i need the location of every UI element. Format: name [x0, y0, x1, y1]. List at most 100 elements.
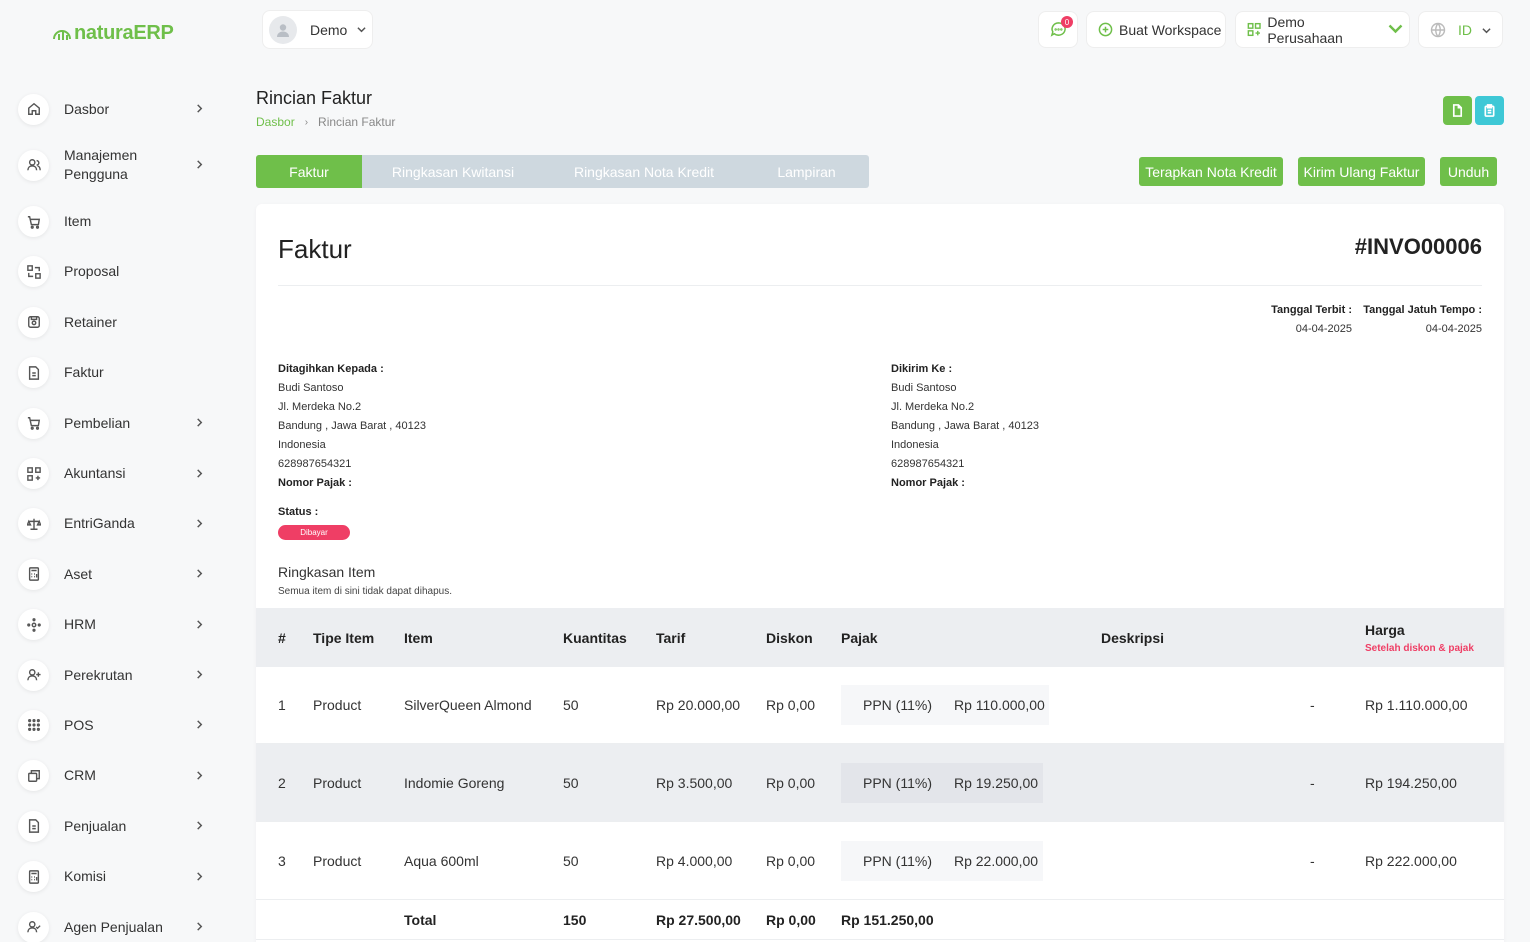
col-desc: Deskripsi [1101, 629, 1165, 646]
sidebar-item-proposal[interactable]: Proposal [18, 247, 218, 297]
col-price-sub: Setelah diskon & pajak [1365, 642, 1474, 654]
cart-icon [18, 206, 49, 238]
sidebar-item-pos[interactable]: POS [18, 700, 218, 750]
row-type: Product [313, 852, 362, 869]
sidebar-item-label: Komisi [64, 868, 107, 885]
user-plus-icon [18, 659, 49, 691]
sidebar-item-penjualan[interactable]: Penjualan [18, 801, 218, 851]
issue-date: 04-04-2025 [1295, 323, 1352, 335]
company-name: Demo Perusahaan [1267, 13, 1343, 46]
create-workspace-button[interactable]: Buat Workspace [1086, 11, 1226, 48]
document-icon [18, 810, 49, 842]
sidebar-item-label: Faktur [64, 364, 104, 381]
chevron-right-icon [195, 870, 204, 884]
row-tax: PPN (11%) Rp 110.000,00 [841, 685, 1049, 725]
row-no: 3 [278, 852, 286, 869]
user-icon [277, 23, 289, 37]
ship-to-label: Dikirim Ke : [891, 363, 953, 375]
sidebar-item-aset[interactable]: Aset [18, 549, 218, 599]
status-label: Status : [278, 506, 319, 518]
user-menu[interactable]: Demo [262, 10, 373, 49]
sidebar-item-komisi[interactable]: Komisi [18, 851, 218, 901]
col-rate: Tarif [656, 629, 686, 646]
page-title: Rincian Faktur [256, 88, 373, 108]
tab-ringkasan-nota-kredit[interactable]: Ringkasan Nota Kredit [544, 155, 744, 188]
resend-invoice-button[interactable]: Kirim Ulang Faktur [1298, 157, 1425, 186]
invoice-tabs: Faktur Ringkasan Kwitansi Ringkasan Nota… [256, 155, 869, 188]
bill-to-tax-label: Nomor Pajak : [278, 477, 352, 489]
chevron-down-icon [357, 21, 366, 39]
swap-icon [18, 256, 49, 288]
apply-credit-note-button[interactable]: Terapkan Nota Kredit [1139, 157, 1283, 186]
row-type: Product [313, 697, 362, 713]
scale-icon [18, 508, 49, 540]
chevron-right-icon [195, 467, 204, 481]
ship-to-address: Dikirim Ke : Budi Santoso Jl. Merdeka No… [891, 360, 1039, 493]
col-discount: Diskon [766, 629, 813, 646]
document-button[interactable] [1443, 96, 1472, 125]
row-tax-amount: Rp 22.000,00 [953, 852, 1039, 869]
download-button[interactable]: Unduh [1440, 157, 1497, 186]
language-selector[interactable]: ID [1418, 11, 1503, 48]
apps-icon [1247, 22, 1261, 37]
sidebar-item-hrm[interactable]: HRM [18, 600, 218, 650]
grid-plus-icon [18, 458, 49, 490]
ship-to-name: Budi Santoso [891, 382, 957, 394]
table-header: # Tipe Item Item Kuantitas Tarif Diskon … [256, 608, 1504, 667]
table-total-row: Total 150 Rp 27.500,00 Rp 0,00 Rp 151.25… [256, 900, 1504, 940]
sidebar-item-agen-penjualan[interactable]: Agen Penjualan [18, 902, 218, 942]
col-item: Item [404, 629, 433, 646]
sidebar-item-label: POS [64, 716, 94, 733]
ship-to-phone: 628987654321 [891, 458, 965, 470]
brand-logo[interactable]: natura ERP [52, 22, 174, 45]
bill-to-street: Jl. Merdeka No.2 [278, 401, 362, 413]
sidebar-item-label: Item [64, 213, 92, 230]
bill-to-name: Budi Santoso [278, 382, 344, 394]
sidebar-item-crm[interactable]: CRM [18, 751, 218, 801]
tab-ringkasan-kwitansi[interactable]: Ringkasan Kwitansi [362, 155, 544, 188]
sidebar-item-label: EntriGanda [64, 515, 135, 532]
chevron-right-icon [195, 567, 204, 581]
sidebar-item-akuntansi[interactable]: Akuntansi [18, 448, 218, 498]
brand-name-part1: natura [74, 22, 134, 44]
breadcrumb-home-link[interactable]: Dasbor [256, 115, 295, 129]
sidebar-item-retainer[interactable]: Retainer [18, 297, 218, 347]
total-rate: Rp 27.500,00 [656, 911, 741, 928]
sidebar-item-label: Pembelian [64, 414, 131, 431]
table-row: 3 Product Aqua 600ml 50 Rp 4.000,00 Rp 0… [256, 822, 1504, 900]
cart-icon [18, 407, 49, 439]
company-selector[interactable]: Demo Perusahaan [1235, 11, 1410, 48]
row-item: Indomie Goreng [404, 774, 505, 791]
chevron-down-icon [1388, 21, 1409, 39]
sidebar-item-item[interactable]: Item [18, 196, 218, 246]
sidebar-item-entriganda[interactable]: EntriGanda [18, 499, 218, 549]
sidebar-item-label: Akuntansi [64, 465, 126, 482]
clipboard-button[interactable] [1475, 96, 1504, 125]
chevron-right-icon [195, 517, 204, 531]
messages-button[interactable]: 0 [1038, 11, 1078, 48]
chevron-right-icon [195, 769, 204, 783]
sidebar-item-label: CRM [64, 767, 96, 784]
sidebar-item-dasbor[interactable]: Dasbor [18, 84, 218, 134]
clipboard-icon [1484, 104, 1495, 117]
tab-lampiran[interactable]: Lampiran [744, 155, 869, 188]
due-date: 04-04-2025 [1425, 323, 1482, 335]
sidebar-item-faktur[interactable]: Faktur [18, 348, 218, 398]
invoice-number: #INVO00006 [1354, 234, 1482, 259]
chevron-right-icon [195, 416, 204, 430]
sidebar-item-pembelian[interactable]: Pembelian [18, 398, 218, 448]
chevron-right-icon [195, 718, 204, 732]
row-discount: Rp 0,00 [766, 852, 816, 869]
layers-icon [18, 760, 49, 792]
sidebar-item-perekrutan[interactable]: Perekrutan [18, 650, 218, 700]
sidebar-item-label: Agen Penjualan [64, 918, 163, 935]
hrm-icon [18, 609, 49, 641]
globe-icon [1430, 22, 1446, 37]
tab-faktur[interactable]: Faktur [256, 155, 362, 188]
calculator-icon [18, 558, 49, 590]
sidebar-item-manajemen-pengguna[interactable]: Manajemen Pengguna [18, 134, 218, 196]
breadcrumb-current: Rincian Faktur [318, 115, 396, 129]
row-discount: Rp 0,00 [766, 774, 816, 791]
document-icon [18, 357, 49, 389]
total-discount: Rp 0,00 [766, 911, 816, 928]
